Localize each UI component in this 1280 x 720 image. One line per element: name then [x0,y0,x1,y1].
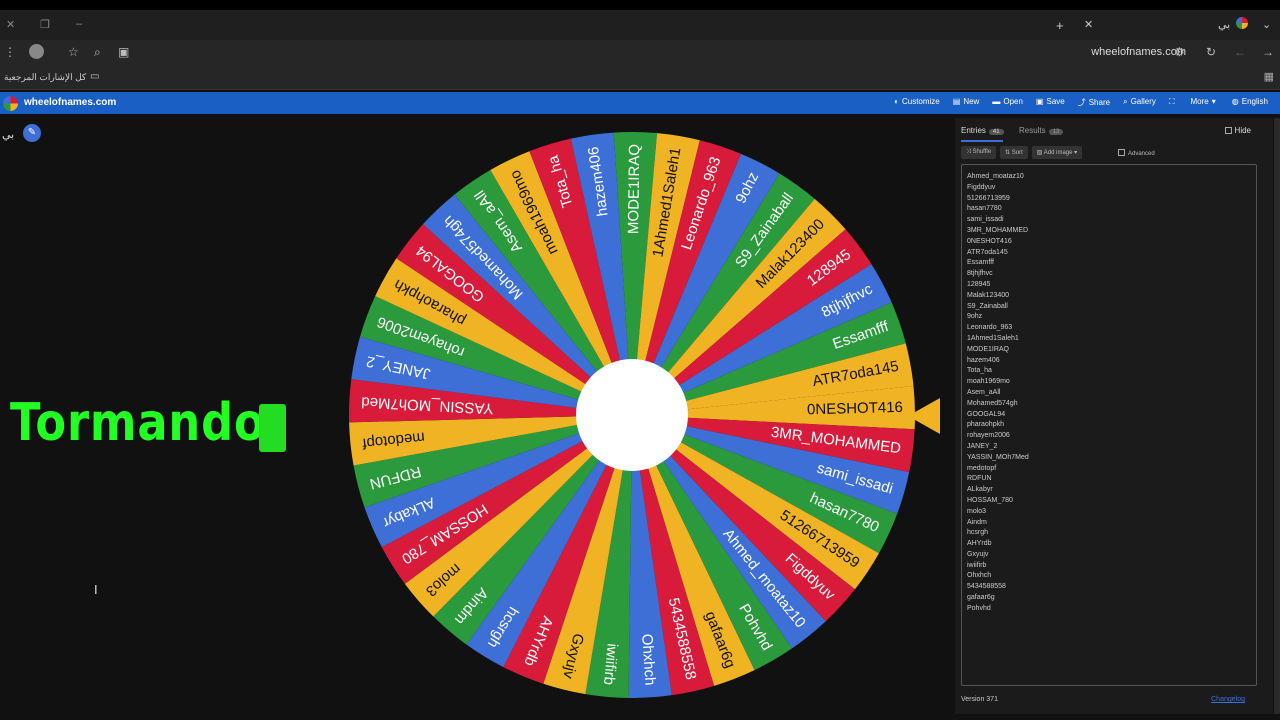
wheel-entry-label: MODE1IRAQ [625,144,643,234]
entry-line: 51266713959 [967,194,1010,202]
entry-line: 5434588558 [967,583,1006,591]
entry-line: Mohamed574gh [967,399,1018,407]
image-icon: ▨ [1036,150,1044,156]
entry-line: ALkabyr [967,486,993,494]
entry-line: sami_issadi [967,216,1004,224]
toolbar-button-label: Add image [1043,150,1073,156]
entry-line: Asem_aAll [967,388,1001,396]
entry-line: JANEY_2 [967,442,998,450]
entry-line: GOOGAL94 [967,410,1006,418]
wheel-center-hub[interactable] [576,359,688,471]
entry-line: 128945 [967,280,991,288]
entry-line: iwiifirb [967,561,987,569]
entry-line: 0NESHOT416 [967,237,1012,245]
entry-line: moah1969mo [967,378,1010,386]
entry-line: YASSIN_MOh7Med [967,453,1029,461]
entry-line: HOSSAM_780 [967,496,1013,504]
entry-line: S9_Zainaball [967,302,1008,310]
entry-line: hasan7780 [967,205,1002,213]
entries-textarea[interactable]: Ahmed_moataz10 Figddyuv 51266713959 hasan77… [961,164,1257,686]
advanced-toggle[interactable]: Advanced [1118,149,1155,157]
tab-results[interactable]: Results 13 [1019,126,1064,135]
page-scrollbar[interactable] [1274,118,1280,714]
entry-line: 9ohz [967,313,983,321]
entry-line: Malak123400 [967,291,1010,299]
add-image-button[interactable]: ▨ Add image ▾ [1031,146,1083,159]
chevron-down-icon: ▾ [1072,150,1078,156]
entry-line: pharaohpkh [967,421,1004,429]
entry-line: gafaar6g [967,594,995,602]
hide-button[interactable]: Hide [1224,126,1251,135]
tab-entries[interactable]: Entries 41 [961,126,1004,135]
changelog-link[interactable]: Changelog [1211,696,1245,703]
entry-line: hazem406 [967,356,1000,364]
entry-line: AHYrdb [967,540,992,548]
entry-line: Pohvhd [967,604,991,612]
toolbar-button-label: Sort [1011,150,1023,156]
entry-line: molo3 [967,507,987,515]
entry-line: RDFUN [967,475,992,483]
entry-line: Gxyujv [967,550,989,558]
entry-line: medotopf [967,464,997,472]
screen: ✕ ❐ – + ✕ بي ⌄ ⋮ ☆ ⌕ ▣ wheelofnames.com … [0,0,1280,720]
entry-line: 8tjhjfhvc [967,270,993,278]
entries-panel: Entries 41 Results 13 Hide ⤨ Shuffle ⇅ Sort… [955,118,1273,714]
entries-toolbar: ⤨ Shuffle ⇅ Sort ▨ Add image ▾ [961,146,1083,159]
entry-line: hcsrgh [967,529,989,537]
entry-line: Essamfff [967,259,994,267]
shuffle-button[interactable]: ⤨ Shuffle [961,146,997,159]
toolbar-button-label: Shuffle [972,149,992,155]
wheel-entry-label: 0NESHOT416 [807,399,903,419]
entry-line: 1Ahmed1Saleh1 [967,334,1019,342]
sort-button[interactable]: ⇅ Sort [1000,146,1028,159]
entry-line: rohayem2006 [967,432,1010,440]
wheel-pointer-icon [908,398,940,434]
entry-line: Figddyuv [967,183,996,191]
advanced-checkbox-icon [1118,149,1125,156]
wheel-entry-label: Ohxhch [638,633,658,686]
entry-line: MODE1IRAQ [967,345,1010,353]
entry-line: Aindm [967,518,987,526]
entry-line: Ahmed_moataz10 [967,173,1024,180]
entry-line: ATR7oda145 [967,248,1008,256]
entry-line: 3MR_MOHAMMED [967,226,1029,234]
entry-line: Tota_ha [967,367,992,375]
hide-checkbox-icon [1224,127,1232,134]
entry-line: Leonardo_963 [967,324,1013,332]
sort-icon: ⇅ [1005,150,1012,156]
entry-line: Ohxhch [967,572,992,580]
active-tab-indicator [961,140,1003,142]
version-label: Version 371 [961,696,998,703]
